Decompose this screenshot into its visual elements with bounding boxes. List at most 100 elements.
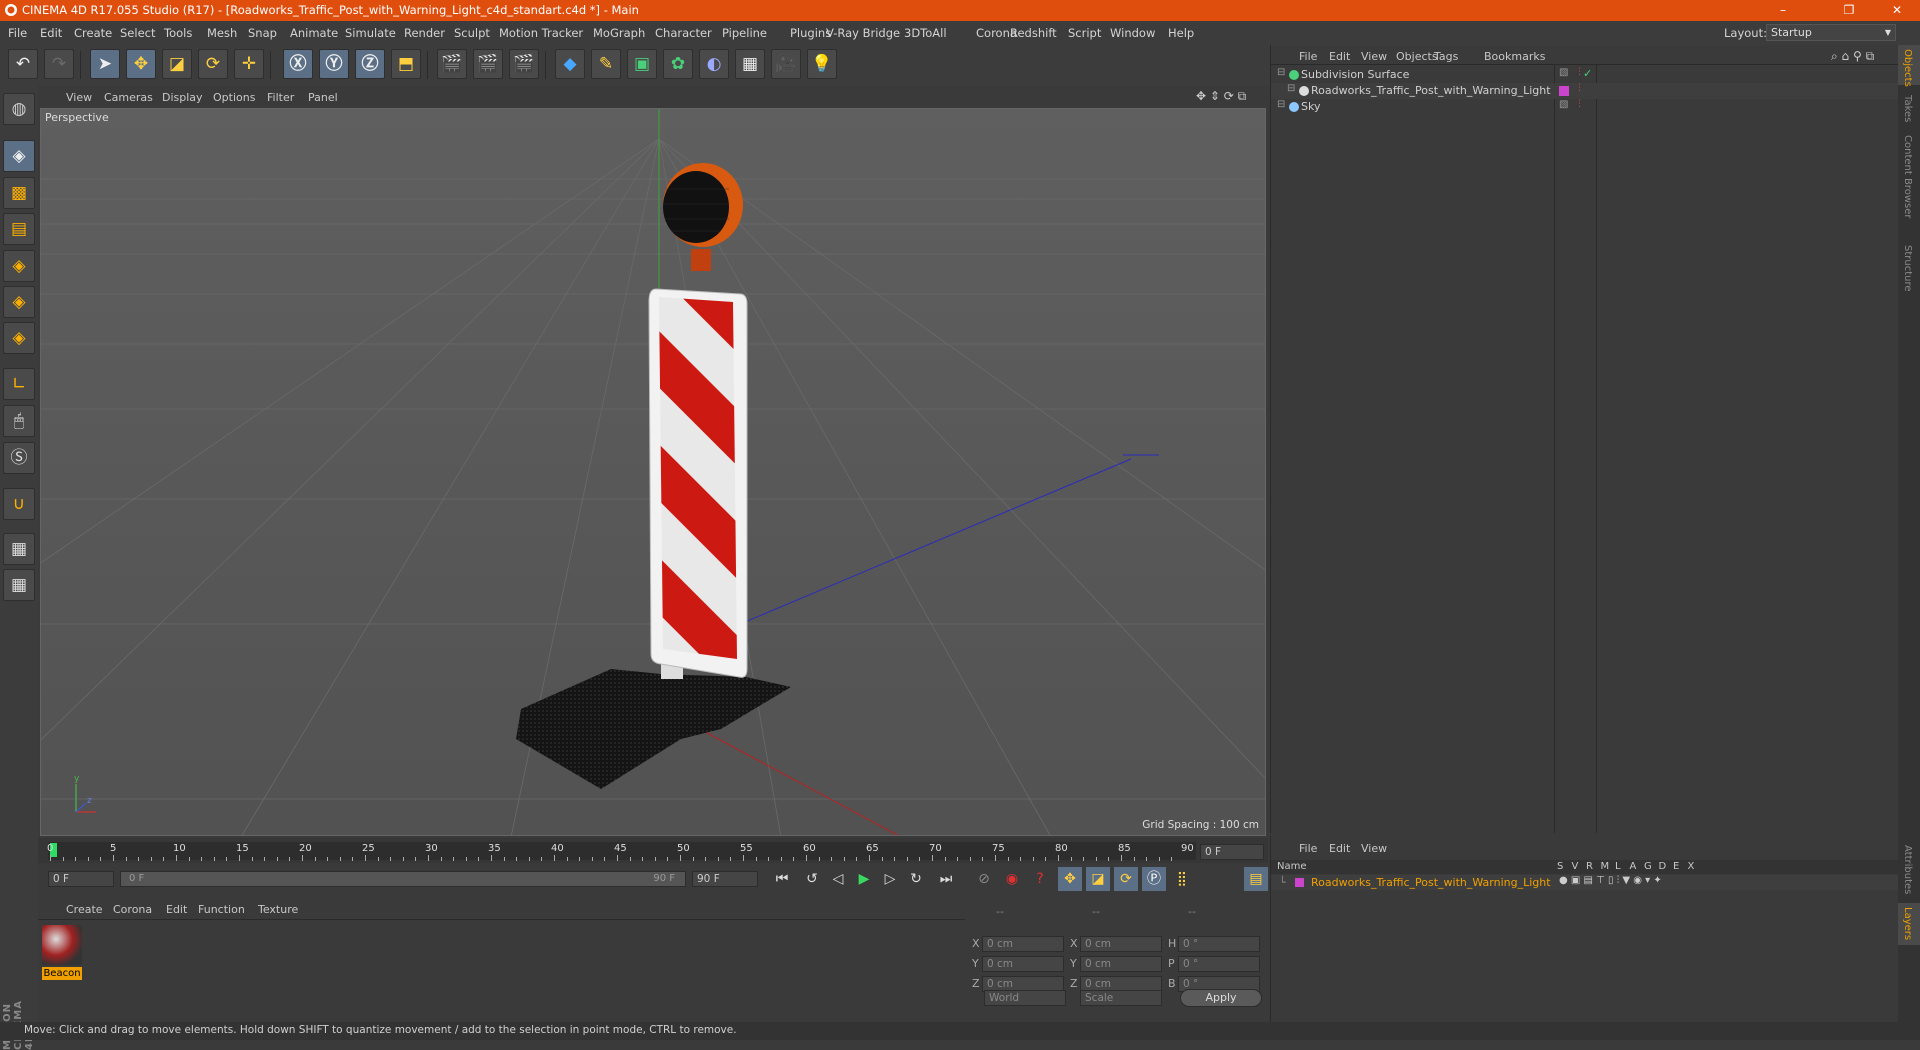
size-mode-select[interactable]: Scale [1080,990,1162,1006]
menu-mesh[interactable]: Mesh [207,26,237,40]
viewport-nav-icons[interactable]: ✥ ⇕ ⟳ ⧉ [1196,89,1246,104]
mograph-cloner-icon[interactable]: ✿ [663,49,693,79]
x-axis-lock-icon[interactable]: Ⓧ [283,49,313,79]
menu-motion-tracker[interactable]: Motion Tracker [499,26,583,40]
viewport-menu-filter[interactable]: Filter [267,91,294,104]
points-mode-icon[interactable]: ◈ [3,250,35,282]
next-frame-icon[interactable]: ▷ [878,867,902,891]
menu-redshift[interactable]: Redshift [1010,26,1057,40]
rotation-p-field[interactable]: 0 ° [1178,956,1260,972]
visibility-dots-icon[interactable]: ⋮ [1575,83,1584,93]
key-pla-icon[interactable]: ⣿ [1170,867,1194,891]
z-axis-lock-icon[interactable]: Ⓩ [355,49,385,79]
material-menu-texture[interactable]: Texture [258,903,298,916]
layer-menu-edit[interactable]: Edit [1329,842,1350,855]
workplane-align-icon[interactable]: ▦ [3,569,35,601]
magnet-icon[interactable]: ∪ [3,488,35,520]
move-tool-icon[interactable]: ✥ [126,49,156,79]
coordinate-system-icon[interactable]: ⬒ [391,49,421,79]
layer-menu-view[interactable]: View [1361,842,1387,855]
object-row[interactable]: ⊟ Subdivision Surface ▧ ⋮ ✓ [1271,67,1899,83]
object-row[interactable]: ⊟ Roadworks_Traffic_Post_with_Warning_Lig… [1271,83,1899,99]
layer-visibility-icon[interactable]: ▧ [1559,99,1568,110]
expand-icon[interactable]: ⊟ [1287,83,1295,94]
viewport-menu-cameras[interactable]: Cameras [104,91,153,104]
workplane-lock-icon[interactable]: ▦ [3,533,35,565]
expand-icon[interactable]: ⊟ [1277,67,1285,78]
minimize-button[interactable]: – [1760,0,1806,21]
object-menu-bookmarks[interactable]: Bookmarks [1484,50,1545,63]
undo-button[interactable]: ↶ [8,49,38,79]
tab-objects[interactable]: Objects [1902,49,1913,87]
layout-select[interactable]: Startup ▼ [1766,24,1896,41]
next-key-icon[interactable]: ↻ [904,867,928,891]
close-button[interactable]: ✕ [1874,0,1920,21]
tweak-mode-icon[interactable]: 🖱 [3,405,35,437]
coord-mode-select[interactable]: World [984,990,1066,1006]
layer-row[interactable]: └ Roadworks_Traffic_Post_with_Warning_Li… [1271,875,1899,890]
live-selection-tool-icon[interactable]: ➤ [90,49,120,79]
redo-button[interactable]: ↷ [44,49,74,79]
viewport-menu-view[interactable]: View [66,91,92,104]
spline-pen-icon[interactable]: ✎ [591,49,621,79]
scale-tool-icon[interactable]: ◪ [162,49,192,79]
menu-file[interactable]: File [8,26,27,40]
object-menu-file[interactable]: File [1299,50,1317,63]
edges-mode-icon[interactable]: ◈ [3,286,35,318]
tab-layers[interactable]: Layers [1902,907,1913,940]
size-x-field[interactable]: 0 cm [1080,936,1162,952]
texture-mode-icon[interactable]: ▩ [3,177,35,209]
material-menu-corona[interactable]: Corona [113,903,152,916]
viewport-menu-panel[interactable]: Panel [308,91,338,104]
position-y-field[interactable]: 0 cm [982,956,1064,972]
viewport-menu-display[interactable]: Display [162,91,203,104]
material-menu-create[interactable]: Create [66,903,103,916]
timeline-ruler[interactable]: 0 5 10 15 20 25 30 35 40 45 50 55 60 65 70 75 80 85 90 0 F [38,838,1268,863]
key-scale-icon[interactable]: ◪ [1086,867,1110,891]
maximize-button[interactable]: ❐ [1826,0,1872,21]
end-frame-field[interactable]: 90 F [692,871,758,887]
prev-frame-icon[interactable]: ◁ [826,867,850,891]
material-menu-edit[interactable]: Edit [166,903,187,916]
object-menu-objects[interactable]: Objects [1396,50,1438,63]
object-menu-tags[interactable]: Tags [1434,50,1458,63]
menu-render[interactable]: Render [404,26,445,40]
menu-snap[interactable]: Snap [248,26,277,40]
position-x-field[interactable]: 0 cm [982,936,1064,952]
make-editable-icon[interactable]: ◍ [3,93,35,125]
layer-color-swatch[interactable] [1559,86,1569,96]
search-icon[interactable]: ⌕ ⌂ ⚲ ⧉ [1831,49,1874,64]
current-frame-field[interactable]: 0 F [1200,844,1264,860]
render-view-icon[interactable]: 🎬 [437,49,467,79]
menu-help[interactable]: Help [1168,26,1194,40]
key-position-icon[interactable]: ✥ [1058,867,1082,891]
autokey-icon[interactable]: ◉ [1000,867,1024,891]
size-y-field[interactable]: 0 cm [1080,956,1162,972]
menu-v-ray-bridge[interactable]: V-Ray Bridge [826,26,900,40]
subdivision-surface-icon[interactable]: ▣ [627,49,657,79]
visibility-dots-icon[interactable]: ⋮ [1575,99,1584,109]
menu-tools[interactable]: Tools [164,26,192,40]
key-rotation-icon[interactable]: ⟳ [1114,867,1138,891]
timeline-window-icon[interactable]: ▤ [1244,867,1268,891]
menu-sculpt[interactable]: Sculpt [454,26,490,40]
enabled-check-icon[interactable]: ✓ [1583,67,1592,80]
tab-structure[interactable]: Structure [1902,245,1913,292]
recent-tools-icon[interactable]: ✛ [234,49,264,79]
material-beacon[interactable]: Beacon [42,925,82,981]
layer-color-swatch[interactable] [1295,878,1304,887]
object-menu-edit[interactable]: Edit [1329,50,1350,63]
object-name[interactable]: Roadworks_Traffic_Post_with_Warning_Ligh… [1311,84,1551,97]
layer-flags-icons[interactable]: ● ▣ ▤ ⊤ ▯ ⫶ ▼ ◉ ▾ ✦ [1559,875,1662,886]
expand-icon[interactable]: ⊟ [1277,99,1285,110]
goto-start-icon[interactable]: ⏮ [770,867,794,891]
deformer-icon[interactable]: ◐ [699,49,729,79]
rotate-tool-icon[interactable]: ⟳ [198,49,228,79]
menu-window[interactable]: Window [1110,26,1155,40]
workplane-mode-icon[interactable]: ▤ [3,213,35,245]
rotation-h-field[interactable]: 0 ° [1178,936,1260,952]
polygons-mode-icon[interactable]: ◈ [3,322,35,354]
goto-end-icon[interactable]: ⏭ [934,867,958,891]
menu-select[interactable]: Select [120,26,155,40]
menu-script[interactable]: Script [1068,26,1101,40]
